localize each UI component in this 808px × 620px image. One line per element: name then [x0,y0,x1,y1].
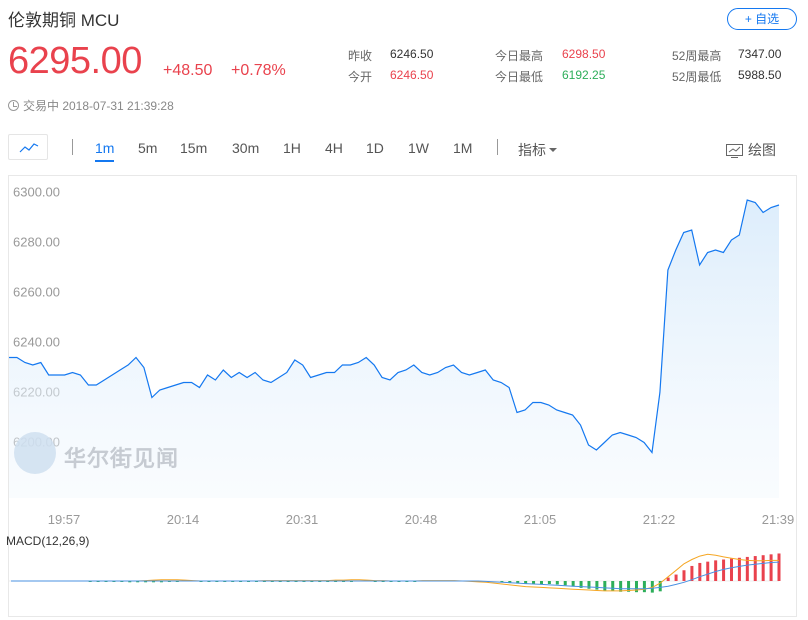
y-tick-label: 6300.00 [13,185,60,200]
macd-bar [603,581,607,591]
macd-bar [539,581,543,585]
trading-status: 交易中 2018-07-31 21:39:28 [8,97,174,114]
macd-bar [595,581,599,590]
day-high-label: 今日最高 [495,49,544,63]
line-chart-icon [19,143,39,153]
toolbar-divider [497,139,498,155]
clock-icon [8,100,19,111]
indicator-dropdown[interactable]: 指标 [518,140,557,160]
watermark-text: 华尔街见闻 [64,446,180,472]
day-low-label: 今日最低 [495,70,544,84]
week52-low-value: 5988.50 [738,68,782,82]
price-change: +48.50 [163,62,213,79]
week52-high-value: 7347.00 [738,47,782,61]
macd-bar [722,559,726,581]
macd-bar [698,562,702,581]
x-tick-label: 20:14 [167,512,200,527]
macd-bar [729,558,733,581]
macd-label: MACD(12,26,9) [6,534,90,548]
macd-bar [761,555,765,581]
add-to-watchlist-button[interactable]: + 自选 [727,8,797,30]
x-tick-label: 21:05 [524,512,557,527]
interval-tab-1m[interactable]: 1M [453,140,472,156]
x-tick-label: 19:57 [48,512,81,527]
interval-tab-1d[interactable]: 1D [366,140,384,156]
x-tick-label: 20:48 [405,512,438,527]
x-tick-label: 21:22 [643,512,676,527]
week52-low-label: 52周最低 [672,70,722,84]
draw-label: 绘图 [748,142,776,158]
indicator-label: 指标 [518,142,546,158]
y-tick-label: 6260.00 [13,285,60,300]
macd-bar [753,556,757,581]
draw-button[interactable]: 绘图 [726,140,776,160]
toolbar-divider [72,139,73,155]
macd-bar [769,554,773,581]
interval-tab-5m[interactable]: 5m [138,140,157,156]
prev-close-value: 6246.50 [390,47,434,61]
interval-tab-4h[interactable]: 4H [325,140,343,156]
watermark-logo-icon [14,432,56,474]
macd-bar [706,561,710,581]
y-tick-label: 6280.00 [13,235,60,250]
macd-bar [714,560,718,581]
macd-bar [674,574,678,581]
macd-dif-line [11,553,779,592]
macd-bar [555,581,559,585]
macd-bar [563,581,567,586]
day-high-value: 6298.50 [562,47,606,61]
last-price: 6295.00 [8,40,142,82]
macd-bar [587,581,591,589]
chart-type-button[interactable] [8,134,48,160]
instrument-title: 伦敦期铜 MCU [8,11,120,30]
interval-tab-15m[interactable]: 15m [180,140,207,156]
chart-panel: 6300.006280.006260.006240.006220.006200.… [8,175,797,617]
open-value: 6246.50 [390,68,434,82]
chart-toolbar: 1m 5m 15m 30m 1H 4H 1D 1W 1M 指标 绘图 [8,132,800,162]
open-label: 今开 [348,70,373,84]
interval-tab-1h[interactable]: 1H [283,140,301,156]
macd-bar [777,553,781,581]
macd-bar [737,557,741,581]
day-low-value: 6192.25 [562,68,606,82]
prev-close-label: 昨收 [348,49,373,63]
price-change-percent: +0.78% [231,62,286,79]
interval-tab-1m[interactable]: 1m [95,140,115,162]
x-tick-label: 21:39 [762,512,795,527]
macd-bar [682,570,686,581]
draw-chart-icon [726,144,743,158]
interval-tab-30m[interactable]: 30m [232,140,259,156]
macd-bar [642,581,646,593]
macd-bar [611,581,615,591]
trading-status-text: 交易中 2018-07-31 21:39:28 [23,99,174,113]
week52-high-label: 52周最高 [672,49,722,63]
price-chart[interactable]: 6300.006280.006260.006240.006220.006200.… [9,176,796,616]
macd-dea-line [11,561,780,590]
caret-down-icon [549,148,557,152]
y-tick-label: 6240.00 [13,335,60,350]
macd-bar [690,565,694,581]
x-tick-label: 20:31 [286,512,319,527]
macd-bar [619,581,623,592]
interval-tab-1w[interactable]: 1W [408,140,429,156]
macd-bar [547,581,551,585]
